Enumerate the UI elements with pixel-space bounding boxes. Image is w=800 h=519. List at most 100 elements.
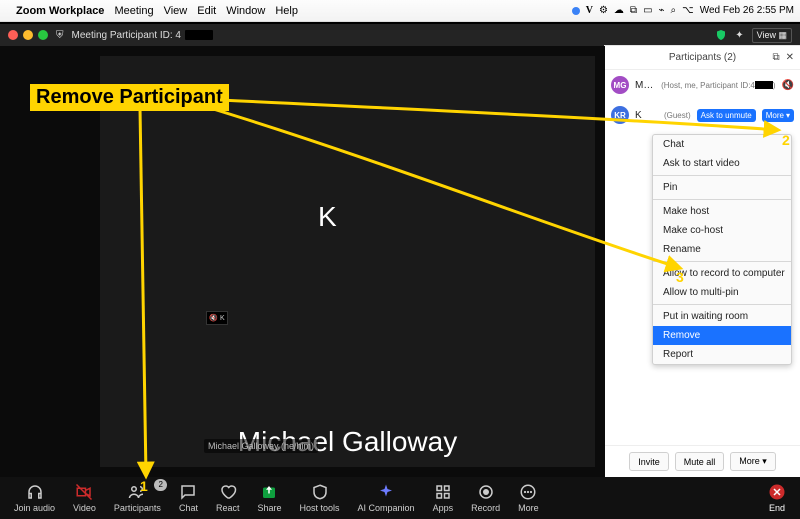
more-button[interactable]: More — [518, 483, 539, 513]
mic-muted-icon: 🔇 — [209, 314, 218, 322]
avatar: KR — [611, 106, 629, 124]
menu-item-pin[interactable]: Pin — [653, 178, 791, 197]
participant-context-menu: ChatAsk to start video Pin Make hostMake c… — [652, 134, 792, 365]
main-speaker-name: Michael Galloway — [100, 426, 595, 458]
chat-icon — [179, 483, 197, 501]
participants-title: Participants (2) — [669, 52, 736, 63]
status-gear-icon: ⚙︎ — [599, 5, 608, 16]
participants-badge: 2 — [154, 479, 166, 491]
menu-item-rename[interactable]: Rename — [653, 240, 791, 259]
self-thumbnail-label: K — [220, 315, 225, 322]
participant-name: K — [635, 110, 656, 121]
participant-meta: (Guest) — [664, 111, 691, 120]
meeting-shield-icon: ⛨ — [56, 30, 64, 41]
id-mask — [185, 30, 213, 40]
apps-icon — [434, 483, 452, 501]
menu-item-remove[interactable]: Remove — [653, 326, 791, 345]
minimize-icon[interactable] — [23, 30, 33, 40]
react-button[interactable]: React — [216, 483, 240, 513]
meeting-id-label: Meeting Participant ID: 4 — [72, 30, 214, 41]
menu-item-ask-to-start-video[interactable]: Ask to start video — [653, 154, 791, 173]
menubar-clock: Wed Feb 26 2:55 PM — [700, 5, 794, 16]
record-icon — [477, 483, 495, 501]
headphones-icon — [26, 483, 44, 501]
menu-help[interactable]: Help — [275, 5, 298, 17]
menu-separator — [653, 175, 791, 176]
host-tools-button[interactable]: Host tools — [300, 483, 340, 513]
menu-separator — [653, 304, 791, 305]
participants-panel: Participants (2) ⧉ ✕ MG Michael… (Host, … — [605, 46, 800, 477]
end-button[interactable]: End — [768, 483, 786, 513]
video-off-icon — [75, 483, 93, 501]
video-area: K Michael Galloway Michael Galloway (he/… — [0, 46, 605, 477]
participant-more-button[interactable]: More▾ — [762, 109, 794, 122]
menu-item-make-host[interactable]: Make host — [653, 202, 791, 221]
status-control-icon: ⌥ — [682, 5, 694, 16]
join-audio-button[interactable]: Join audio — [14, 483, 55, 513]
ai-companion-button[interactable]: AI Companion — [358, 483, 415, 513]
menu-item-chat[interactable]: Chat — [653, 135, 791, 154]
ask-to-unmute-button[interactable]: Ask to unmute — [697, 109, 756, 122]
close-icon[interactable] — [8, 30, 18, 40]
menu-item-allow-to-multi-pin[interactable]: Allow to multi-pin — [653, 283, 791, 302]
status-icons: V ⚙︎ ☁︎ ⧉ ▭ ⌁ ⌕ ⌥ Wed Feb 26 2:55 PM — [572, 5, 794, 16]
status-cloud-icon: ☁︎ — [614, 5, 624, 16]
participant-meta: (Host, me, Participant ID:4) — [661, 81, 775, 90]
participant-row-guest[interactable]: KR K (Guest) Ask to unmute More▾ — [605, 100, 800, 130]
mac-menubar: Zoom Workplace Meeting View Edit Window … — [0, 0, 800, 22]
status-clip-icon: ⧉ — [630, 5, 637, 16]
menu-window[interactable]: Window — [226, 5, 265, 17]
meeting-toolbar: Join audio Video 2 Participants Chat Rea… — [0, 477, 800, 519]
participants-footer: Invite Mute all More ▾ — [605, 445, 800, 477]
status-battery-icon: ▭ — [643, 5, 652, 16]
status-v-icon: V — [586, 5, 593, 16]
end-icon — [768, 483, 786, 501]
avatar: MG — [611, 76, 629, 94]
remote-initial: K — [318, 201, 337, 233]
menu-meeting[interactable]: Meeting — [114, 5, 153, 17]
mute-all-button[interactable]: Mute all — [675, 452, 725, 471]
status-wifi-icon: ⌁ — [659, 5, 665, 16]
sparkle-icon — [377, 483, 395, 501]
chat-button[interactable]: Chat — [179, 483, 198, 513]
plus-icon[interactable]: ✦ — [735, 30, 743, 41]
heart-icon — [219, 483, 237, 501]
invite-button[interactable]: Invite — [629, 452, 669, 471]
app-menu: Zoom Workplace Meeting View Edit Window … — [16, 5, 298, 17]
traffic-lights[interactable] — [8, 30, 48, 40]
share-button[interactable]: Share — [257, 483, 281, 513]
video-button[interactable]: Video — [73, 483, 96, 513]
mic-muted-icon: 🔇 — [782, 80, 794, 91]
close-panel-icon[interactable]: ✕ — [786, 52, 794, 63]
titlebar: ⛨ Meeting Participant ID: 4 ✦ View ▦ — [0, 24, 800, 46]
self-thumbnail[interactable]: 🔇 K — [206, 311, 228, 325]
menu-separator — [653, 261, 791, 262]
menu-item-report[interactable]: Report — [653, 345, 791, 364]
view-button[interactable]: View ▦ — [752, 28, 792, 43]
name-tag: Michael Galloway (he/him) — [204, 439, 318, 453]
menu-item-make-co-host[interactable]: Make co-host — [653, 221, 791, 240]
menu-item-allow-to-record-to-computer[interactable]: Allow to record to computer — [653, 264, 791, 283]
zoom-window: ⛨ Meeting Participant ID: 4 ✦ View ▦ K M… — [0, 24, 800, 519]
apps-button[interactable]: Apps — [433, 483, 454, 513]
app-name[interactable]: Zoom Workplace — [16, 5, 104, 17]
record-button[interactable]: Record — [471, 483, 500, 513]
participant-name: Michael… — [635, 80, 653, 91]
menu-view[interactable]: View — [164, 5, 188, 17]
shield-icon — [311, 483, 329, 501]
more-icon — [519, 483, 537, 501]
shield-green-icon — [715, 29, 727, 41]
participants-more-button[interactable]: More ▾ — [730, 452, 776, 471]
maximize-icon[interactable] — [38, 30, 48, 40]
id-mask — [755, 81, 773, 89]
menu-edit[interactable]: Edit — [197, 5, 216, 17]
status-dot-icon — [572, 7, 580, 15]
participant-row-host[interactable]: MG Michael… (Host, me, Participant ID:4)… — [605, 70, 800, 100]
participants-header: Participants (2) ⧉ ✕ — [605, 46, 800, 70]
video-panel: K Michael Galloway Michael Galloway (he/… — [100, 56, 595, 467]
menu-item-put-in-waiting-room[interactable]: Put in waiting room — [653, 307, 791, 326]
participants-icon — [128, 483, 146, 501]
chevron-down-icon: ▾ — [786, 111, 790, 120]
participants-button[interactable]: 2 Participants — [114, 483, 161, 513]
popout-icon[interactable]: ⧉ — [772, 52, 779, 63]
